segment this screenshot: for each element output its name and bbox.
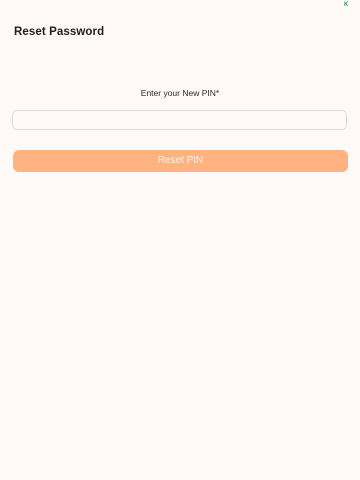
new-pin-input[interactable]	[12, 110, 347, 130]
new-pin-label: Enter your New PIN*	[140, 88, 220, 98]
reset-pin-button[interactable]: Reset PIN	[13, 150, 348, 172]
status-indicator: K	[344, 2, 349, 8]
page-title: Reset Password	[14, 26, 105, 38]
